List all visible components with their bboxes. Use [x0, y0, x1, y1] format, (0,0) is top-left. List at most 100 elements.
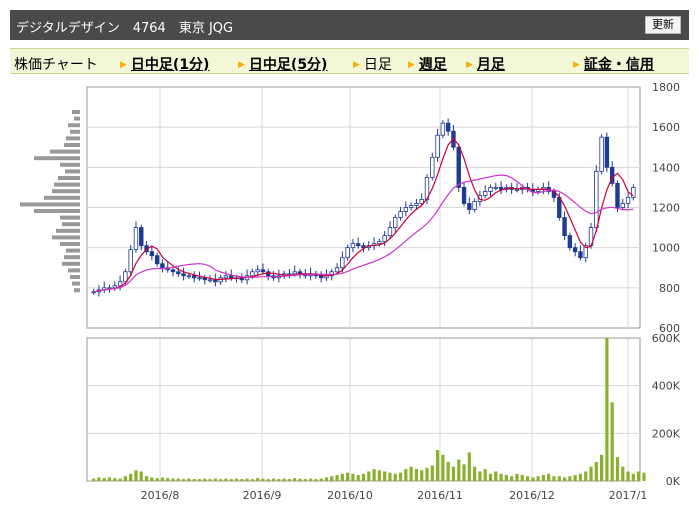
candle-body [345, 247, 350, 259]
volume-bar [187, 478, 191, 481]
volume-profile-bar [64, 143, 80, 147]
price-axis-tick-label: 1000 [652, 242, 680, 255]
candle-body [430, 156, 435, 178]
volume-profile-bar [54, 182, 80, 187]
volume-profile-bar [52, 235, 80, 240]
volume-bar [129, 473, 133, 481]
volume-bar [250, 479, 254, 481]
volume-bar [181, 479, 186, 481]
candle-body [128, 249, 133, 273]
volume-profile-bar [66, 136, 80, 141]
volume-bar [562, 477, 567, 481]
candle-body [170, 269, 176, 273]
candle-body [350, 243, 356, 249]
volume-bar [430, 465, 434, 481]
volume-bar [282, 478, 286, 481]
volume-bar [150, 477, 154, 481]
volume-bar [266, 479, 270, 481]
volume-bar [515, 473, 519, 481]
candle-body [625, 197, 631, 204]
candle-body [197, 277, 202, 280]
volume-panel-frame [86, 337, 641, 482]
volume-bar [414, 469, 419, 481]
candle-body [604, 136, 610, 168]
volume-bar [615, 457, 620, 481]
volume-bar [224, 478, 228, 481]
date-axis-tick-label: 2016/11 [417, 489, 463, 502]
volume-profile-bar [52, 189, 80, 194]
candle-body [408, 205, 414, 208]
volume-bar [631, 473, 635, 481]
volume-profile-bar [70, 129, 80, 134]
volume-profile-bar [64, 255, 80, 260]
volume-bar [536, 476, 540, 481]
volume-bar [277, 479, 281, 481]
volume-axis-tick-label: 600K [652, 332, 681, 345]
volume-bar [113, 478, 117, 481]
candle-body [133, 227, 139, 251]
volume-bar [473, 466, 477, 481]
volume-bar [462, 464, 466, 481]
candle-body [440, 122, 446, 136]
volume-bar [499, 473, 503, 481]
volume-profile-bar [56, 228, 80, 233]
candle-body [467, 203, 472, 210]
volume-bar [102, 478, 106, 481]
candle-body [488, 187, 493, 192]
candle-body [255, 269, 260, 273]
volume-bar [319, 478, 323, 481]
volume-profile-bar [68, 123, 80, 128]
candle-body [154, 255, 160, 265]
volume-bar [594, 461, 598, 481]
volume-bar [510, 476, 514, 481]
volume-bar [118, 478, 122, 481]
volume-bar [494, 471, 498, 481]
volume-bar [404, 469, 408, 481]
volume-bar [642, 472, 646, 481]
candle-body [393, 217, 398, 228]
date-axis-tick-label: 2016/8 [141, 489, 180, 502]
candle-body [562, 217, 567, 237]
volume-bar [367, 471, 371, 481]
volume-bar [308, 478, 313, 481]
volume-bar [435, 450, 440, 481]
candle-body [445, 122, 451, 132]
candle-body [578, 251, 583, 259]
volume-bar [123, 476, 127, 481]
candle-body [260, 269, 266, 273]
volume-bar [139, 471, 143, 481]
volume-bar [483, 469, 487, 481]
candle-body [620, 203, 625, 208]
volume-profile-bar [65, 169, 80, 174]
price-axis-tick-label: 1800 [652, 81, 680, 94]
volume-bar [377, 470, 381, 481]
candle-body [414, 203, 419, 206]
volume-bar [610, 402, 614, 481]
volume-bar [621, 466, 625, 481]
candle-body [472, 201, 477, 210]
volume-bar [160, 477, 165, 481]
volume-bar [298, 478, 302, 481]
volume-bar [144, 476, 149, 481]
volume-bar [504, 475, 508, 481]
volume-profile-bar [70, 275, 80, 279]
volume-bar [171, 478, 175, 481]
volume-bar [425, 467, 429, 481]
candle-body [160, 263, 165, 269]
candle-body [176, 271, 181, 275]
volume-profile-bar [74, 288, 80, 293]
volume-profile-bar [34, 209, 80, 213]
candle-body [292, 271, 297, 275]
chart-page: デジタルデザイン 4764 東京 JQG 更新 株価チャート ▶ 日中足(1分) … [0, 0, 699, 520]
candle-body [191, 275, 197, 279]
volume-bar [605, 338, 609, 481]
candle-body [334, 267, 340, 273]
candle-body [403, 207, 409, 212]
volume-bar [525, 476, 530, 481]
volume-bar [531, 477, 535, 481]
volume-bar [234, 478, 239, 481]
volume-bar [351, 473, 355, 481]
volume-profile-bar [72, 110, 80, 114]
volume-profile-bar [72, 281, 80, 286]
volume-bar [372, 469, 376, 481]
